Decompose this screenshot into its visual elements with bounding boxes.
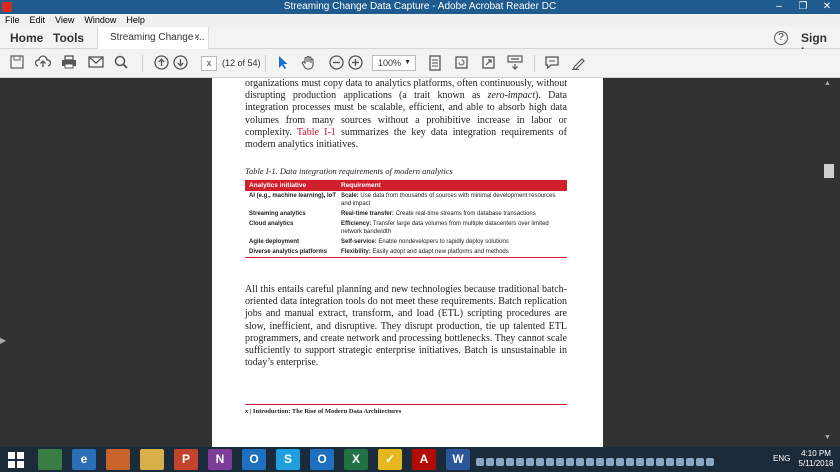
acrobat-icon[interactable]: A <box>412 449 436 470</box>
scrollbar-thumb[interactable] <box>824 164 834 178</box>
word-icon[interactable]: W <box>446 449 470 470</box>
left-panel-toggle-icon[interactable]: ▶ <box>0 336 8 346</box>
outlook-icon[interactable]: O <box>242 449 266 470</box>
print-icon[interactable] <box>61 55 77 71</box>
firefox-icon[interactable] <box>106 449 130 470</box>
vertical-scrollbar[interactable]: ▲ ▼ <box>820 78 840 447</box>
read-mode-icon[interactable] <box>507 55 523 71</box>
page-up-icon[interactable] <box>153 55 169 71</box>
powerpoint-icon[interactable]: P <box>174 449 198 470</box>
zoom-in-icon[interactable] <box>347 55 363 71</box>
fullscreen-icon[interactable] <box>480 55 496 71</box>
upload-icon[interactable] <box>34 55 52 71</box>
paragraph-intro: organizations must copy data to analytic… <box>245 78 567 151</box>
window-title: Streaming Change Data Capture - Adobe Ac… <box>283 1 557 12</box>
select-cursor-icon[interactable] <box>275 55 291 71</box>
fit-page-icon[interactable] <box>427 55 443 71</box>
menu-bar: File Edit View Window Help <box>0 14 840 27</box>
excel-icon[interactable]: X <box>344 449 368 470</box>
table-header-initiative: Analytics initiative <box>245 180 337 191</box>
page-count: (12 of 54) <box>222 58 261 68</box>
menu-window[interactable]: Window <box>79 14 121 25</box>
menu-edit[interactable]: Edit <box>25 14 51 25</box>
menu-help[interactable]: Help <box>121 14 150 25</box>
scroll-up-icon[interactable]: ▲ <box>824 80 831 87</box>
outlook2-icon[interactable]: O <box>310 449 334 470</box>
table-link[interactable]: Table I-1 <box>297 127 336 138</box>
title-bar: Streaming Change Data Capture - Adobe Ac… <box>0 0 840 14</box>
requirements-table: Analytics initiative Requirement AI (e.g… <box>245 180 567 258</box>
paragraph-batch: All this entails careful planning and ne… <box>245 284 567 369</box>
norton-icon[interactable]: ✓ <box>378 449 402 470</box>
sign-icon[interactable] <box>570 55 586 71</box>
toolbar-divider <box>265 55 266 72</box>
page-footer: x | Introduction: The Rise of Modern Dat… <box>245 408 402 415</box>
footer-divider <box>245 404 567 405</box>
table-row: Cloud analytics Efficiency: Transfer lar… <box>249 221 549 235</box>
pdf-page: organizations must copy data to analytic… <box>212 78 603 447</box>
minimize-button[interactable]: – <box>768 0 790 14</box>
skype-icon[interactable]: S <box>276 449 300 470</box>
zoom-value: 100% <box>378 58 402 68</box>
comment-icon[interactable] <box>544 55 560 71</box>
document-tab-label: Streaming Change ... <box>110 32 205 43</box>
help-icon[interactable]: ? <box>774 31 788 45</box>
scroll-down-icon[interactable]: ▼ <box>824 434 831 441</box>
email-icon[interactable] <box>88 55 104 71</box>
explorer-icon[interactable] <box>140 449 164 470</box>
system-tray[interactable] <box>476 453 766 466</box>
tab-document[interactable]: Streaming Change ... × <box>97 27 209 49</box>
menu-view[interactable]: View <box>50 14 79 25</box>
maximize-button[interactable]: ❐ <box>792 0 814 14</box>
close-window-button[interactable]: ✕ <box>814 0 840 14</box>
toolbar: x (12 of 54) 100% ▼ <box>0 49 840 78</box>
table-row: Streaming analytics Real-time transfer: … <box>249 211 536 217</box>
close-tab-icon[interactable]: × <box>194 32 200 43</box>
system-clock[interactable]: 4:10 PM 5/11/2018 <box>796 449 836 469</box>
start-button[interactable] <box>4 449 28 470</box>
toolbar-divider <box>142 55 143 72</box>
tab-home[interactable]: Home <box>10 31 43 45</box>
tab-bar: Home Tools Streaming Change ... × ? Sign… <box>0 27 840 59</box>
onenote-icon[interactable]: N <box>208 449 232 470</box>
clock-time: 4:10 PM <box>801 449 831 458</box>
table-caption: Table I-1. Data integration requirements… <box>245 166 453 176</box>
ie-icon[interactable]: e <box>72 449 96 470</box>
chrome-icon[interactable] <box>38 449 62 470</box>
zoom-out-icon[interactable] <box>328 55 344 71</box>
language-indicator[interactable]: ENG <box>773 454 790 463</box>
zoom-select[interactable]: 100% ▼ <box>372 55 416 71</box>
save-icon[interactable] <box>9 55 25 71</box>
table-row: Diverse analytics platforms Flexibility:… <box>245 247 567 258</box>
hand-icon[interactable] <box>300 55 316 71</box>
page-number-input[interactable]: x <box>201 56 217 71</box>
rotate-icon[interactable] <box>453 55 469 71</box>
table-header-requirement: Requirement <box>337 180 567 191</box>
menu-file[interactable]: File <box>0 14 25 25</box>
page-down-icon[interactable] <box>172 55 188 71</box>
taskbar: e P N O S O X ✓ A W ENG 4:10 PM 5/11/2018 <box>0 447 840 472</box>
chevron-down-icon: ▼ <box>404 59 411 66</box>
table-row: AI (e.g., machine learning), IoT Scale: … <box>249 193 556 207</box>
clock-date: 5/11/2018 <box>798 459 834 468</box>
toolbar-divider <box>534 55 535 72</box>
table-row: Agile deployment Self-service: Enable no… <box>249 239 509 245</box>
search-icon[interactable] <box>113 55 129 71</box>
tab-tools[interactable]: Tools <box>53 31 84 45</box>
